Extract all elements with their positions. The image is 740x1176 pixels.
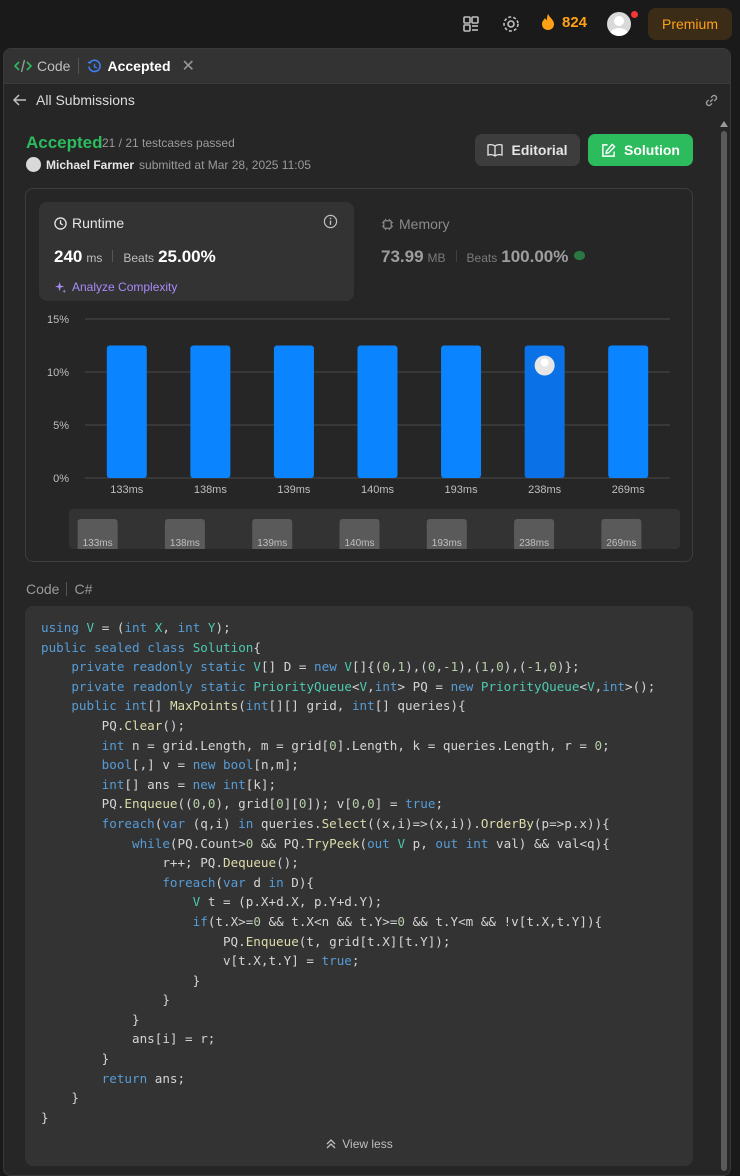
sparkle-icon xyxy=(54,281,67,293)
user-avatar[interactable] xyxy=(26,157,41,172)
runtime-box[interactable]: Runtime 240 ms Beats 25.00% Analyze Comp… xyxy=(39,202,354,301)
code-icon xyxy=(14,59,32,73)
gear-icon[interactable] xyxy=(501,14,521,34)
premium-button[interactable]: Premium xyxy=(648,8,732,40)
mini-tick-label: 269ms xyxy=(606,538,636,549)
user-name[interactable]: Michael Farmer xyxy=(46,158,134,172)
runtime-title: Runtime xyxy=(54,215,124,231)
tab-accepted-label: Accepted xyxy=(107,58,171,74)
submission-status: Accepted xyxy=(26,133,103,152)
divider xyxy=(66,582,68,596)
chip-icon xyxy=(381,218,394,230)
runtime-distribution-chart[interactable]: 0% 5% 10% 15% 133ms 138ms 139ms 140ms 193ms 238ms… xyxy=(26,307,692,507)
performance-card: Runtime 240 ms Beats 25.00% Analyze Comp… xyxy=(25,188,693,562)
all-submissions-label: All Submissions xyxy=(36,92,135,108)
memory-value-row: 73.99 MB Beats 100.00% xyxy=(381,247,587,267)
y-tick-label: 10% xyxy=(47,367,69,379)
runtime-value: 240 xyxy=(54,247,83,266)
link-icon[interactable] xyxy=(703,92,720,109)
solution-button[interactable]: Solution xyxy=(588,134,693,166)
scroll-thumb[interactable] xyxy=(721,131,727,1171)
editorial-button[interactable]: Editorial xyxy=(475,134,580,166)
mini-tick-label: 238ms xyxy=(519,538,549,549)
x-tick-label: 238ms xyxy=(528,484,562,496)
layout-icon[interactable] xyxy=(461,14,481,34)
leaf-icon xyxy=(574,250,586,261)
chart-bar[interactable] xyxy=(190,345,231,479)
history-icon xyxy=(88,59,102,72)
mini-tick-label: 138ms xyxy=(170,538,200,549)
arrow-left-icon xyxy=(12,94,26,106)
info-icon[interactable] xyxy=(323,214,338,229)
y-tick-label: 0% xyxy=(53,473,69,485)
top-navbar: 824 Premium xyxy=(0,0,740,48)
tab-accepted[interactable]: Accepted ✕ xyxy=(87,56,195,76)
memory-beats-label: Beats xyxy=(466,251,498,265)
code-label: Code xyxy=(26,581,60,597)
analyze-label: Analyze Complexity xyxy=(72,280,178,294)
runtime-title-label: Runtime xyxy=(72,215,125,231)
chart-overview-strip[interactable]: 133ms 138ms 139ms 140ms 193ms 238ms 269ms xyxy=(69,509,680,549)
fire-icon xyxy=(542,14,554,30)
runtime-value-row: 240 ms Beats 25.00% xyxy=(54,247,216,267)
memory-title-label: Memory xyxy=(399,216,450,232)
x-tick-label: 140ms xyxy=(361,484,395,496)
runtime-beats-label: Beats xyxy=(123,251,155,265)
view-less-button[interactable]: View less xyxy=(25,1137,693,1151)
memory-unit: MB xyxy=(427,251,446,265)
code-block[interactable]: using V = (int X, int Y); public sealed … xyxy=(25,606,693,1166)
book-icon xyxy=(487,144,504,157)
submission-panel: Code Accepted ✕ All Submissions Accepted… xyxy=(3,48,731,1176)
chart-bar[interactable] xyxy=(357,345,398,479)
tab-code[interactable]: Code xyxy=(14,58,70,74)
memory-beats-value: 100.00% xyxy=(501,247,569,266)
language-label: C# xyxy=(74,581,93,597)
analyze-complexity-button[interactable]: Analyze Complexity xyxy=(54,280,177,294)
code-language-label: Code C# xyxy=(26,581,92,597)
submitted-time: submitted at Mar 28, 2025 11:05 xyxy=(139,157,311,172)
memory-title[interactable]: Memory xyxy=(381,216,450,232)
tab-bar: Code Accepted ✕ xyxy=(4,49,730,84)
mini-tick-label: 193ms xyxy=(432,538,462,549)
editorial-label: Editorial xyxy=(511,142,568,158)
submitter-info: Michael Farmer submitted at Mar 28, 2025… xyxy=(26,157,311,172)
y-tick-label: 5% xyxy=(53,420,69,432)
source-code: using V = (int X, int Y); public sealed … xyxy=(41,620,656,1125)
avatar[interactable] xyxy=(607,12,631,36)
mini-tick-label: 133ms xyxy=(83,538,113,549)
scroll-up-arrow[interactable] xyxy=(720,121,728,127)
x-tick-label: 133ms xyxy=(110,484,144,496)
divider xyxy=(455,250,457,262)
mini-tick-label: 140ms xyxy=(344,538,374,549)
chart-bar[interactable] xyxy=(273,345,314,479)
solution-label: Solution xyxy=(624,142,680,158)
streak-counter[interactable]: 824 xyxy=(540,13,587,31)
tab-divider xyxy=(78,58,80,74)
tab-code-label: Code xyxy=(37,58,71,74)
x-tick-label: 269ms xyxy=(612,484,646,496)
edit-icon xyxy=(602,142,616,157)
memory-value: 73.99 xyxy=(381,247,424,266)
runtime-unit: ms xyxy=(86,251,103,265)
x-tick-label: 193ms xyxy=(445,484,479,496)
divider xyxy=(112,250,114,262)
notification-dot xyxy=(631,11,638,18)
clock-icon xyxy=(54,216,67,230)
x-tick-label: 139ms xyxy=(277,484,311,496)
close-icon[interactable]: ✕ xyxy=(182,56,195,76)
chart-bar[interactable] xyxy=(608,345,649,479)
chart-bar[interactable] xyxy=(441,345,482,479)
chevrons-up-icon xyxy=(326,1139,336,1149)
streak-count: 824 xyxy=(562,13,588,31)
chart-bar[interactable] xyxy=(106,345,147,479)
view-less-label: View less xyxy=(342,1137,393,1151)
x-tick-label: 138ms xyxy=(194,484,228,496)
runtime-beats-value: 25.00% xyxy=(158,247,216,266)
scrollbar[interactable] xyxy=(720,121,728,1175)
avatar-head xyxy=(540,358,549,367)
mini-tick-label: 139ms xyxy=(257,538,287,549)
y-tick-label: 15% xyxy=(47,314,69,326)
all-submissions-link[interactable]: All Submissions xyxy=(4,85,730,115)
testcases-passed: 21 / 21 testcases passed xyxy=(102,136,235,150)
